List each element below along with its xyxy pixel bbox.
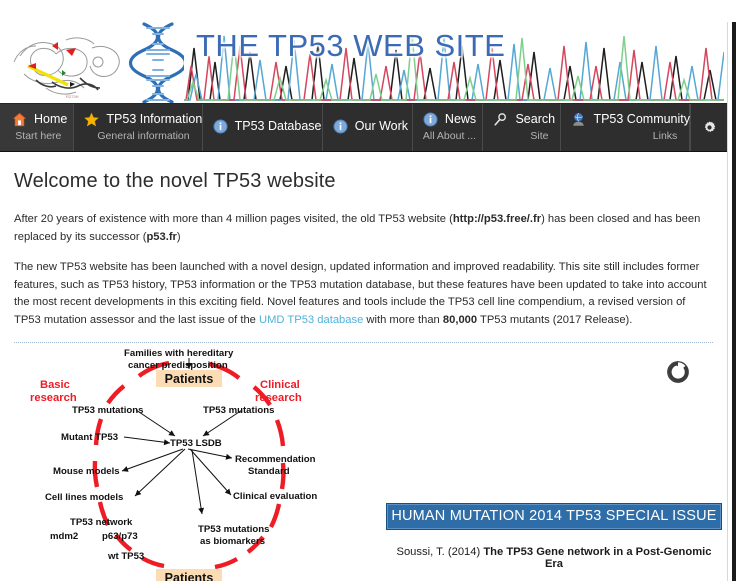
diagram-label-tp53-network: TP53 network [70, 517, 133, 528]
diagram-label-mdm2: mdm2 [50, 531, 78, 542]
star-icon [84, 112, 100, 127]
diagram-label-families-line1: Families with hereditary [124, 348, 234, 359]
nav-item-search[interactable]: Search Site [483, 104, 562, 151]
dna-helix-icon [128, 22, 188, 103]
intro-p1-part3: ) [176, 230, 181, 243]
site-frame: R273H THE TP53 WEB SITE Home Start here … [0, 22, 728, 581]
nav-item-home[interactable]: Home Start here [0, 104, 75, 151]
old-site-url: http://p53.free/.fr [452, 213, 542, 225]
gear-icon [704, 121, 715, 132]
tp53-research-cycle-diagram: Basic research Clinical research Familie… [20, 347, 360, 581]
search-icon [494, 113, 507, 126]
diagram-label-clinical-research-line2: research [255, 392, 302, 404]
info-icon [213, 119, 228, 134]
window-scroll-edge[interactable] [732, 22, 736, 581]
nav-label-news: News [444, 112, 477, 126]
diagram-label-mutant-tp53: Mutant TP53 [61, 432, 118, 443]
intro-p1-part1: After 20 years of existence with more th… [14, 213, 453, 225]
spinner-icon[interactable] [665, 359, 691, 385]
diagram-label-wt-tp53: wt TP53 [107, 551, 144, 562]
diagram-label-basic-research-line2: research [30, 392, 77, 404]
nav-item-tp53-community[interactable]: TP53 Community Links [561, 104, 691, 151]
info-icon [423, 112, 438, 127]
umd-tp53-database-link[interactable]: UMD TP53 database [259, 314, 363, 326]
citation-title: The TP53 Gene network in a Post-Genomic … [483, 546, 712, 570]
diagram-label-biomarkers-2: as biomarkers [200, 536, 265, 547]
nav-label-tp53-database: TP53 Database [234, 119, 322, 133]
intro-paragraph-2: The new TP53 website has been launched w… [14, 259, 713, 329]
house-icon [12, 112, 27, 127]
mutant-count: 80,000 [442, 313, 478, 326]
settings-button[interactable] [691, 104, 727, 151]
main-navigation: Home Start here TP53 Information General… [0, 104, 727, 152]
globe-icon [573, 112, 585, 126]
diagram-label-recommendation-1: Recommendation [235, 454, 316, 465]
diagram-label-families-line2: cancer predisposition [128, 360, 228, 371]
diagram-label-patients-top: Patients [165, 372, 214, 386]
intro-p2-part3: TP53 mutants (2017 Release). [477, 313, 633, 326]
nav-sub-tp53-information: General information [97, 130, 190, 142]
intro-paragraph-1: After 20 years of existence with more th… [14, 211, 713, 246]
page-title: Welcome to the novel TP53 website [14, 170, 336, 192]
nav-sub-search: Site [530, 130, 549, 142]
diagram-label-clinical-research-line1: Clinical [260, 379, 300, 391]
diagram-label-cell-lines-models: Cell lines models [45, 492, 123, 503]
diagram-label-tp53-mutations-left: TP53 mutations [72, 405, 143, 416]
special-issue-block: HUMAN MUTATION 2014 TP53 SPECIAL ISSUE S… [386, 503, 722, 570]
nav-label-search: Search [515, 112, 556, 126]
nav-label-home: Home [34, 112, 68, 126]
page-content: Welcome to the novel TP53 website After … [0, 152, 727, 581]
nav-label-tp53-information: TP53 Information [106, 112, 203, 126]
citation-authors-year: Soussi, T. (2014) [396, 546, 484, 558]
intro-p2-part2: with more than [363, 313, 443, 326]
diagram-label-recommendation-2: Standard [248, 466, 290, 477]
nav-item-news[interactable]: News All About ... [413, 104, 484, 151]
svg-text:R273H: R273H [66, 94, 79, 99]
special-issue-banner: HUMAN MUTATION 2014 TP53 SPECIAL ISSUE [386, 503, 722, 530]
diagram-label-tp53-lsdb: TP53 LSDB [170, 438, 222, 449]
site-banner: R273H THE TP53 WEB SITE [0, 22, 727, 104]
site-title: THE TP53 WEB SITE [196, 28, 506, 63]
nav-sub-tp53-community: Links [652, 130, 678, 142]
page-root: R273H THE TP53 WEB SITE Home Start here … [0, 0, 740, 581]
nav-sub-news: All About ... [422, 130, 477, 142]
special-issue-citation: Soussi, T. (2014) The TP53 Gene network … [386, 546, 722, 570]
top-gutter [0, 0, 740, 22]
nav-label-tp53-community: TP53 Community [593, 112, 691, 126]
nav-item-our-work[interactable]: Our Work [323, 104, 413, 151]
nav-label-our-work: Our Work [354, 119, 409, 133]
diagram-label-tp53-mutations-right: TP53 mutations [203, 405, 274, 416]
new-site-url: p53.fr [146, 230, 177, 243]
nav-item-tp53-database[interactable]: TP53 Database [203, 104, 323, 151]
diagram-label-basic-research-line1: Basic [40, 379, 70, 391]
nav-item-tp53-information[interactable]: TP53 Information General information [74, 104, 203, 151]
nav-sub-home: Start here [15, 130, 62, 142]
diagram-label-mouse-models: Mouse models [53, 466, 120, 477]
info-icon [333, 119, 348, 134]
diagram-label-biomarkers-1: TP53 mutations [198, 524, 269, 535]
diagram-label-clinical-evaluation: Clinical evaluation [233, 491, 317, 502]
protein-structure-image: R273H [6, 22, 134, 103]
diagram-label-patients-bottom: Patients [165, 571, 214, 581]
lower-section: Basic research Clinical research Familie… [14, 343, 722, 581]
diagram-label-p63-p73: p63/p73 [102, 531, 138, 542]
